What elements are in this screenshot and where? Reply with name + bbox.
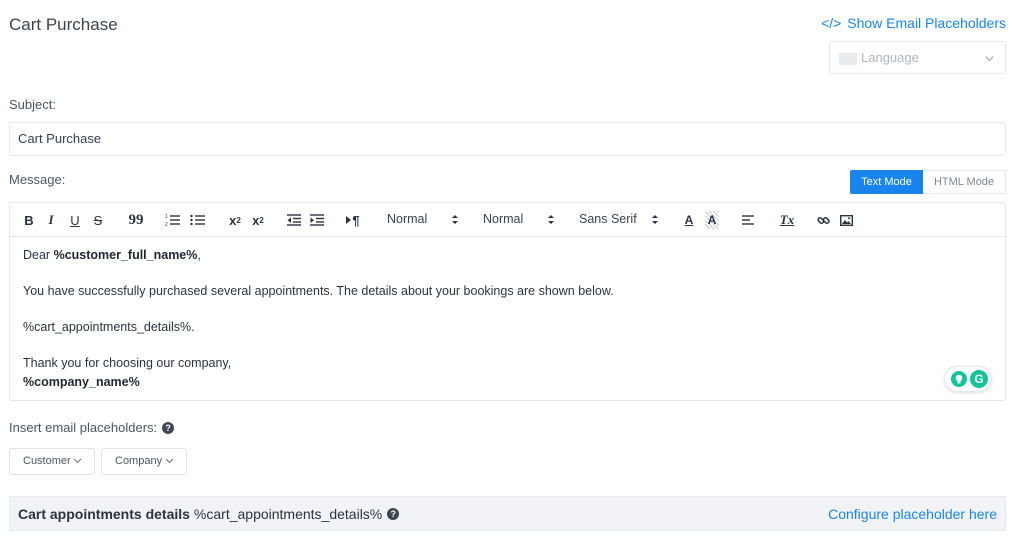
header-size-picker[interactable]: Normal [387, 211, 467, 229]
customer-placeholders-dropdown[interactable]: Customer [9, 448, 95, 475]
message-editor: B I U S 99 1 2 x2 x2 ¶ Normal Normal San… [9, 202, 1006, 401]
customer-name-placeholder: %customer_full_name% [53, 248, 198, 262]
grammarly-icon[interactable]: G [970, 370, 988, 388]
chevron-down-icon [165, 458, 174, 464]
mode-toggle: Text Mode HTML Mode [850, 170, 1006, 194]
image-button[interactable] [838, 211, 854, 229]
superscript-icon: x [252, 212, 260, 228]
lightbulb-icon[interactable] [951, 371, 967, 387]
insert-placeholders-text: Insert email placeholders: [9, 420, 158, 435]
italic-button[interactable]: I [45, 211, 57, 229]
greeting-line: Dear %customer_full_name%, [23, 248, 201, 262]
details-placeholder-line: %cart_appointments_details%. [23, 320, 195, 334]
cart-details-placeholder: %cart_appointments_details% [193, 506, 383, 522]
blockquote-button[interactable]: 99 [128, 211, 144, 229]
subscript-icon: x [229, 212, 237, 228]
outdent-icon [287, 214, 301, 226]
ordered-list-icon: 1 2 [165, 214, 180, 227]
indent-icon [310, 214, 324, 226]
font-family-value: Sans Serif [579, 212, 637, 226]
subject-input[interactable]: Cart Purchase [9, 122, 1006, 156]
chevron-down-icon [984, 51, 995, 69]
html-mode-button[interactable]: HTML Mode [923, 170, 1006, 194]
show-email-placeholders-label: Show Email Placeholders [847, 15, 1006, 31]
pilcrow-icon: ¶ [352, 212, 360, 228]
grammarly-widget[interactable]: G [944, 366, 992, 392]
cart-details-heading: Cart appointments details [18, 506, 190, 522]
font-family-picker[interactable]: Sans Serif [579, 211, 665, 229]
message-label: Message: [9, 172, 66, 187]
bold-button[interactable]: B [22, 211, 36, 229]
insert-placeholders-label: Insert email placeholders: ? [9, 420, 175, 435]
show-email-placeholders-link[interactable]: </> Show Email Placeholders [821, 15, 1006, 31]
updown-icon [452, 215, 458, 224]
company-name-placeholder: %company_name% [23, 375, 140, 389]
customer-dropdown-label: Customer [23, 455, 71, 467]
strike-button[interactable]: S [91, 211, 105, 229]
editor-toolbar: B I U S 99 1 2 x2 x2 ¶ Normal Normal San… [10, 203, 1005, 237]
font-size-picker[interactable]: Normal [483, 211, 563, 229]
superscript-button[interactable]: x2 [249, 211, 267, 229]
cart-details-title: Cart appointments details %cart_appointm… [18, 506, 400, 522]
greeting-prefix: Dear [23, 248, 54, 262]
font-size-value: Normal [483, 212, 524, 226]
subscript-mark: 2 [236, 215, 241, 225]
help-icon[interactable]: ? [387, 508, 400, 520]
page-title: Cart Purchase [9, 15, 118, 34]
align-left-icon [742, 215, 754, 225]
align-button[interactable] [741, 211, 755, 229]
indent-button[interactable] [309, 211, 325, 229]
underline-button[interactable]: U [68, 211, 82, 229]
company-name-line: %company_name% [23, 375, 140, 389]
subject-label: Subject: [9, 97, 56, 112]
outdent-button[interactable] [286, 211, 302, 229]
configure-placeholder-link[interactable]: Configure placeholder here [828, 506, 997, 522]
svg-text:1: 1 [165, 214, 168, 220]
language-select[interactable]: Language [829, 41, 1006, 74]
text-color-button[interactable]: A [682, 211, 696, 229]
chevron-down-icon [73, 458, 82, 464]
bullet-list-icon [190, 214, 205, 226]
link-icon [816, 216, 830, 224]
thanks-line: Thank you for choosing our company, [23, 356, 232, 370]
flag-icon [839, 53, 857, 65]
text-direction-button[interactable]: ¶ [344, 211, 362, 229]
header-size-value: Normal [387, 212, 428, 226]
help-icon[interactable]: ? [162, 421, 175, 434]
body-line: You have successfully purchased several … [23, 284, 614, 298]
company-dropdown-label: Company [115, 455, 163, 467]
language-placeholder: Language [861, 50, 919, 65]
cart-details-bar: Cart appointments details %cart_appointm… [9, 496, 1006, 531]
code-icon: </> [821, 15, 842, 31]
clear-format-button[interactable]: Tx [779, 211, 795, 229]
bullet-list-button[interactable] [189, 211, 207, 229]
subscript-button[interactable]: x2 [226, 211, 244, 229]
updown-icon [548, 215, 554, 224]
company-placeholders-dropdown[interactable]: Company [101, 448, 187, 475]
text-mode-button[interactable]: Text Mode [850, 170, 923, 194]
updown-icon [652, 215, 658, 224]
svg-text:2: 2 [165, 222, 168, 227]
link-button[interactable] [815, 211, 831, 229]
superscript-mark: 2 [259, 215, 264, 225]
background-color-button[interactable]: A [705, 211, 719, 229]
image-icon [839, 214, 853, 226]
greeting-suffix: , [197, 248, 201, 262]
ordered-list-button[interactable]: 1 2 [164, 211, 182, 229]
